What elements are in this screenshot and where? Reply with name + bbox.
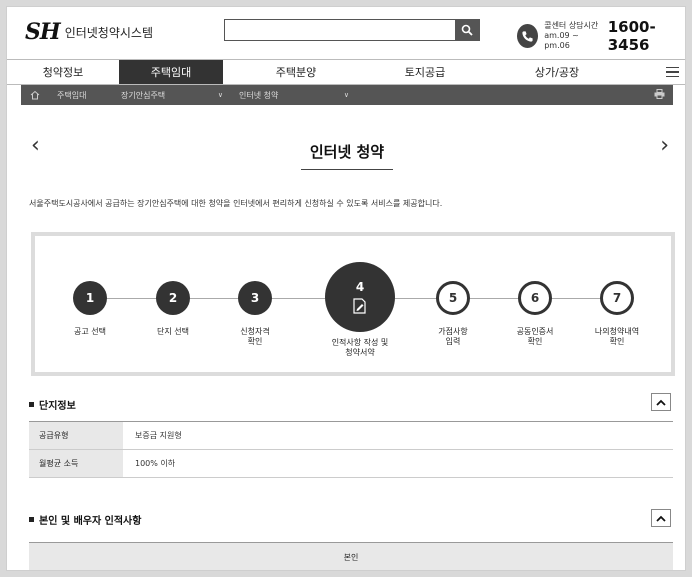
main-nav: 청약정보 주택임대 주택분양 토지공급 상가/공장 <box>7 59 685 85</box>
callcenter-info: 콜센터 상담시간 am.09 ~ pm.06 1600-3456 <box>517 18 685 54</box>
table-row: 월평균 소득 100% 이하 <box>29 450 673 478</box>
step-number: 2 <box>156 281 190 315</box>
breadcrumb-label: 인터넷 청약 <box>239 90 279 100</box>
step-1: 1 공고 선택 <box>45 281 135 337</box>
step-label: 공동인증서 확인 <box>516 327 554 346</box>
step-label: 단지 선택 <box>157 327 189 336</box>
phone-icon <box>517 24 539 48</box>
table-row: 공급유형 보증금 지원형 <box>29 422 673 450</box>
menu-icon[interactable] <box>657 60 685 84</box>
step-5: 5 가점사항 입력 <box>408 281 498 347</box>
page-header: ‹ 인터넷 청약 › <box>21 123 673 179</box>
row-value: 보증금 지원형 <box>135 431 182 440</box>
search-icon <box>461 24 473 36</box>
row-label: 월평균 소득 <box>29 450 123 477</box>
search-button[interactable] <box>455 20 479 40</box>
complex-info-title: 단지정보 <box>29 397 76 412</box>
print-icon[interactable] <box>654 89 665 101</box>
nav-item-land[interactable]: 토지공급 <box>369 60 481 84</box>
step-label: 가점사항 입력 <box>438 327 468 346</box>
step-number: 3 <box>238 281 272 315</box>
breadcrumb-label: 장기안심주택 <box>121 90 166 100</box>
edit-icon <box>353 297 366 314</box>
breadcrumb-item-2[interactable]: 장기안심주택 ∨ <box>113 85 231 105</box>
breadcrumb-item-3[interactable]: 인터넷 청약 ∨ <box>231 85 357 105</box>
step-label: 공고 선택 <box>74 327 106 336</box>
next-arrow-icon[interactable]: › <box>660 133 669 158</box>
step-progress: 1 공고 선택 2 단지 선택 3 신청자격 확인 4 인적사항 작성 및 청약… <box>31 232 675 376</box>
callcenter-number[interactable]: 1600-3456 <box>608 18 685 54</box>
search-input[interactable] <box>225 20 453 40</box>
site-logo[interactable]: SH 인터넷청약시스템 <box>25 19 153 45</box>
callcenter-hours: 콜센터 상담시간 am.09 ~ pm.06 <box>544 21 600 51</box>
step-number: 5 <box>436 281 470 315</box>
nav-item-sale[interactable]: 주택분양 <box>223 60 369 84</box>
nav-item-info[interactable]: 청약정보 <box>7 60 119 84</box>
step-label: 신청자격 확인 <box>240 327 270 346</box>
step-2: 2 단지 선택 <box>128 281 218 337</box>
section-title-text: 단지정보 <box>39 401 76 412</box>
step-label: 나의청약내역 확인 <box>594 327 640 346</box>
chevron-up-icon <box>656 515 666 522</box>
step-number: 1 <box>73 281 107 315</box>
step-number: 4 <box>355 279 365 294</box>
page-description: 서울주택도시공사에서 공급하는 장기안심주택에 대한 청약을 인터넷에서 편리하… <box>29 199 443 208</box>
collapse-personal-info-button[interactable] <box>651 509 671 527</box>
chevron-up-icon <box>656 399 666 406</box>
step-label: 인적사항 작성 및 청약서약 <box>331 338 389 357</box>
step-current: 4 <box>325 262 395 332</box>
page-title: 인터넷 청약 <box>309 143 385 161</box>
search-box <box>224 19 480 41</box>
complex-info-table: 공급유형 보증금 지원형 월평균 소득 100% 이하 <box>29 421 673 478</box>
callcenter-label: 콜센터 상담시간 <box>544 21 599 30</box>
personal-info-title: 본인 및 배우자 인적사항 <box>29 512 141 527</box>
section-title-text: 본인 및 배우자 인적사항 <box>39 516 142 527</box>
collapse-complex-info-button[interactable] <box>651 393 671 411</box>
page-frame: SH 인터넷청약시스템 콜센터 상담시간 am.09 ~ pm.06 1600-… <box>6 6 686 571</box>
breadcrumb: 주택임대 장기안심주택 ∨ 인터넷 청약 ∨ <box>21 85 673 105</box>
breadcrumb-item-1[interactable]: 주택임대 <box>49 85 113 105</box>
row-label: 공급유형 <box>29 422 123 449</box>
step-3: 3 신청자격 확인 <box>210 281 300 347</box>
step-number: 7 <box>600 281 634 315</box>
nav-item-rental[interactable]: 주택임대 <box>119 60 223 84</box>
title-underline <box>301 169 393 170</box>
step-number: 6 <box>518 281 552 315</box>
chevron-down-icon: ∨ <box>343 91 349 99</box>
personal-info-column-header: 본인 <box>29 542 673 570</box>
chevron-down-icon: ∨ <box>217 91 223 99</box>
step-6: 6 공동인증서 확인 <box>490 281 580 347</box>
nav-item-commercial[interactable]: 상가/공장 <box>481 60 633 84</box>
breadcrumb-label: 주택임대 <box>57 90 87 100</box>
home-icon[interactable] <box>21 85 49 105</box>
logo-mark: SH <box>25 19 61 45</box>
logo-text: 인터넷청약시스템 <box>64 25 154 40</box>
row-value: 100% 이하 <box>135 459 176 468</box>
step-4: 4 인적사항 작성 및 청약서약 <box>310 262 410 358</box>
step-7: 7 나의청약내역 확인 <box>572 281 662 347</box>
callcenter-time: am.09 ~ pm.06 <box>544 31 579 50</box>
top-header: SH 인터넷청약시스템 콜센터 상담시간 am.09 ~ pm.06 1600-… <box>7 7 685 59</box>
